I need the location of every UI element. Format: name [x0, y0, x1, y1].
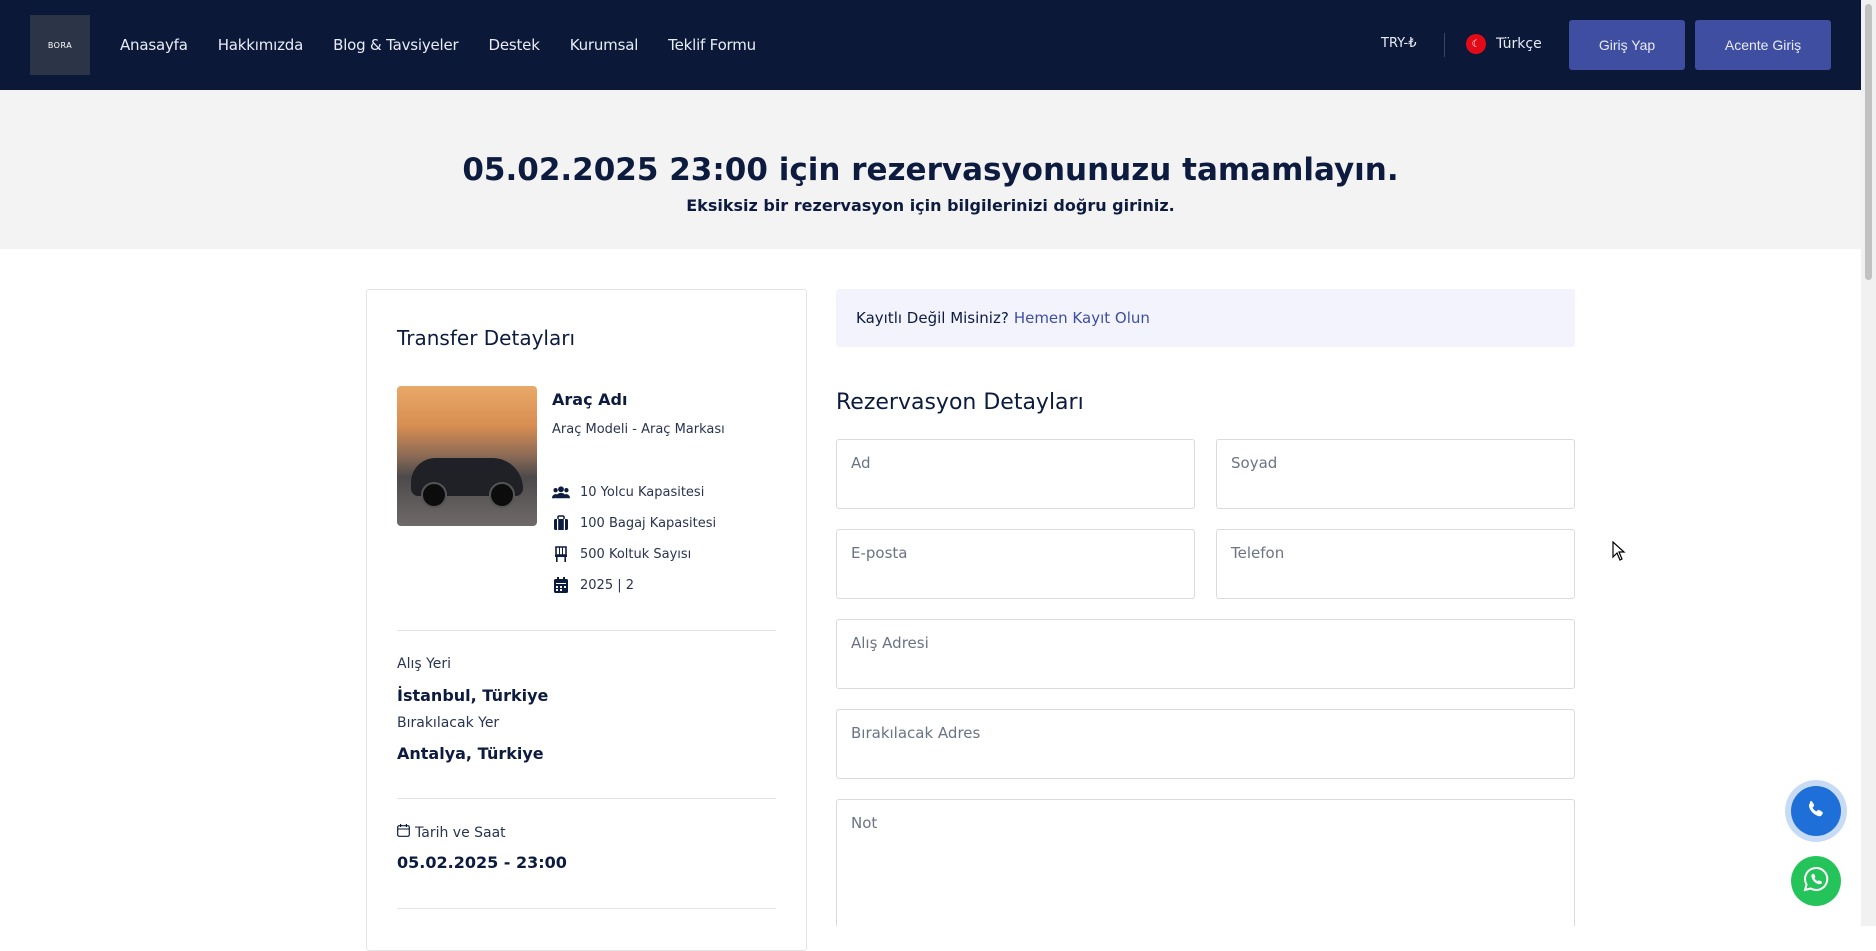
page-subtitle: Eksiksiz bir rezervasyon için bilgilerin…	[686, 196, 1175, 215]
email-placeholder: E-posta	[851, 544, 908, 562]
currency-selector[interactable]: TRY-₺	[1381, 36, 1417, 51]
transfer-details-title: Transfer Detayları	[397, 326, 576, 350]
datetime-value: 05.02.2025 - 23:00	[397, 853, 567, 872]
register-notice: Kayıtlı Değil Misiniz? Hemen Kayıt Olun	[836, 289, 1575, 347]
dropoff-address-placeholder: Bırakılacak Adres	[851, 724, 981, 742]
register-notice-text: Kayıtlı Değil Misiniz?	[856, 309, 1009, 327]
card-divider	[397, 798, 776, 799]
register-link[interactable]: Hemen Kayıt Olun	[1014, 309, 1150, 327]
last-name-placeholder: Soyad	[1231, 454, 1278, 472]
last-name-field[interactable]: Soyad	[1216, 439, 1575, 509]
passenger-capacity: 10 Yolcu Kapasitesi	[580, 484, 705, 500]
calendar-icon	[552, 577, 570, 593]
phone-placeholder: Telefon	[1231, 544, 1285, 562]
users-icon	[552, 484, 570, 500]
dropoff-label: Bırakılacak Yer	[397, 715, 500, 731]
seat-count: 500 Koltuk Sayısı	[580, 546, 692, 562]
language-selector[interactable]: ☾ Türkçe	[1466, 34, 1542, 54]
nav-item-blog[interactable]: Blog & Tavsiyeler	[333, 36, 459, 54]
language-label: Türkçe	[1496, 36, 1542, 52]
page-title: 05.02.2025 23:00 için rezervasyonunuzu t…	[462, 152, 1399, 188]
note-placeholder: Not	[851, 814, 878, 832]
site-logo[interactable]: BORA	[30, 15, 90, 75]
reservation-details-title: Rezervasyon Detayları	[836, 390, 1084, 415]
datetime-label: Tarih ve Saat	[415, 824, 506, 841]
nav-item-home[interactable]: Anasayfa	[120, 36, 188, 54]
spec-luggage: 100 Bagaj Kapasitesi	[552, 515, 716, 531]
first-name-placeholder: Ad	[851, 454, 871, 472]
phone-call-button[interactable]	[1791, 786, 1841, 836]
pickup-value: İstanbul, Türkiye	[397, 686, 549, 705]
calendar-outline-icon	[397, 824, 410, 841]
phone-field[interactable]: Telefon	[1216, 529, 1575, 599]
nav-item-corporate[interactable]: Kurumsal	[570, 36, 639, 54]
luggage-capacity: 100 Bagaj Kapasitesi	[580, 515, 717, 531]
whatsapp-icon	[1802, 865, 1830, 897]
pickup-address-field[interactable]: Alış Adresi	[836, 619, 1575, 689]
pickup-label: Alış Yeri	[397, 656, 452, 672]
first-name-field[interactable]: Ad	[836, 439, 1195, 509]
car-image	[397, 386, 537, 526]
spec-year: 2025 | 2	[552, 577, 634, 593]
card-divider	[397, 908, 776, 909]
spec-passengers: 10 Yolcu Kapasitesi	[552, 484, 704, 500]
dropoff-value: Antalya, Türkiye	[397, 744, 544, 763]
page-scrollbar[interactable]	[1861, 0, 1876, 926]
phone-icon	[1806, 799, 1826, 823]
login-button[interactable]: Giriş Yap	[1569, 20, 1685, 70]
nav-item-support[interactable]: Destek	[489, 36, 540, 54]
email-field[interactable]: E-posta	[836, 529, 1195, 599]
scrollbar-thumb[interactable]	[1865, 4, 1872, 280]
nav-item-quote-form[interactable]: Teklif Formu	[668, 36, 756, 54]
chair-icon	[552, 546, 570, 562]
datetime-label-row: Tarih ve Saat	[397, 824, 506, 841]
vehicle-year: 2025 | 2	[580, 577, 634, 593]
dropoff-address-field[interactable]: Bırakılacak Adres	[836, 709, 1575, 779]
note-textarea[interactable]: Not	[836, 799, 1575, 926]
hero-section: 05.02.2025 23:00 için rezervasyonunuzu t…	[0, 90, 1861, 249]
card-divider	[397, 630, 776, 631]
turkey-flag-icon: ☾	[1466, 34, 1486, 54]
car-model: Araç Modeli - Araç Markası	[552, 422, 725, 437]
suitcase-icon	[552, 515, 570, 531]
agent-login-button[interactable]: Acente Giriş	[1695, 20, 1831, 70]
spec-seats: 500 Koltuk Sayısı	[552, 546, 691, 562]
nav-item-about[interactable]: Hakkımızda	[218, 36, 304, 54]
car-name: Araç Adı	[552, 390, 628, 409]
transfer-details-card: Transfer Detayları Araç Adı Araç Modeli …	[366, 289, 807, 951]
whatsapp-button[interactable]	[1791, 856, 1841, 906]
mouse-cursor-icon	[1612, 540, 1626, 565]
pickup-address-placeholder: Alış Adresi	[851, 634, 929, 652]
main-nav: Anasayfa Hakkımızda Blog & Tavsiyeler De…	[120, 0, 756, 90]
header-divider	[1444, 33, 1445, 57]
top-navbar: BORA Anasayfa Hakkımızda Blog & Tavsiyel…	[0, 0, 1861, 90]
